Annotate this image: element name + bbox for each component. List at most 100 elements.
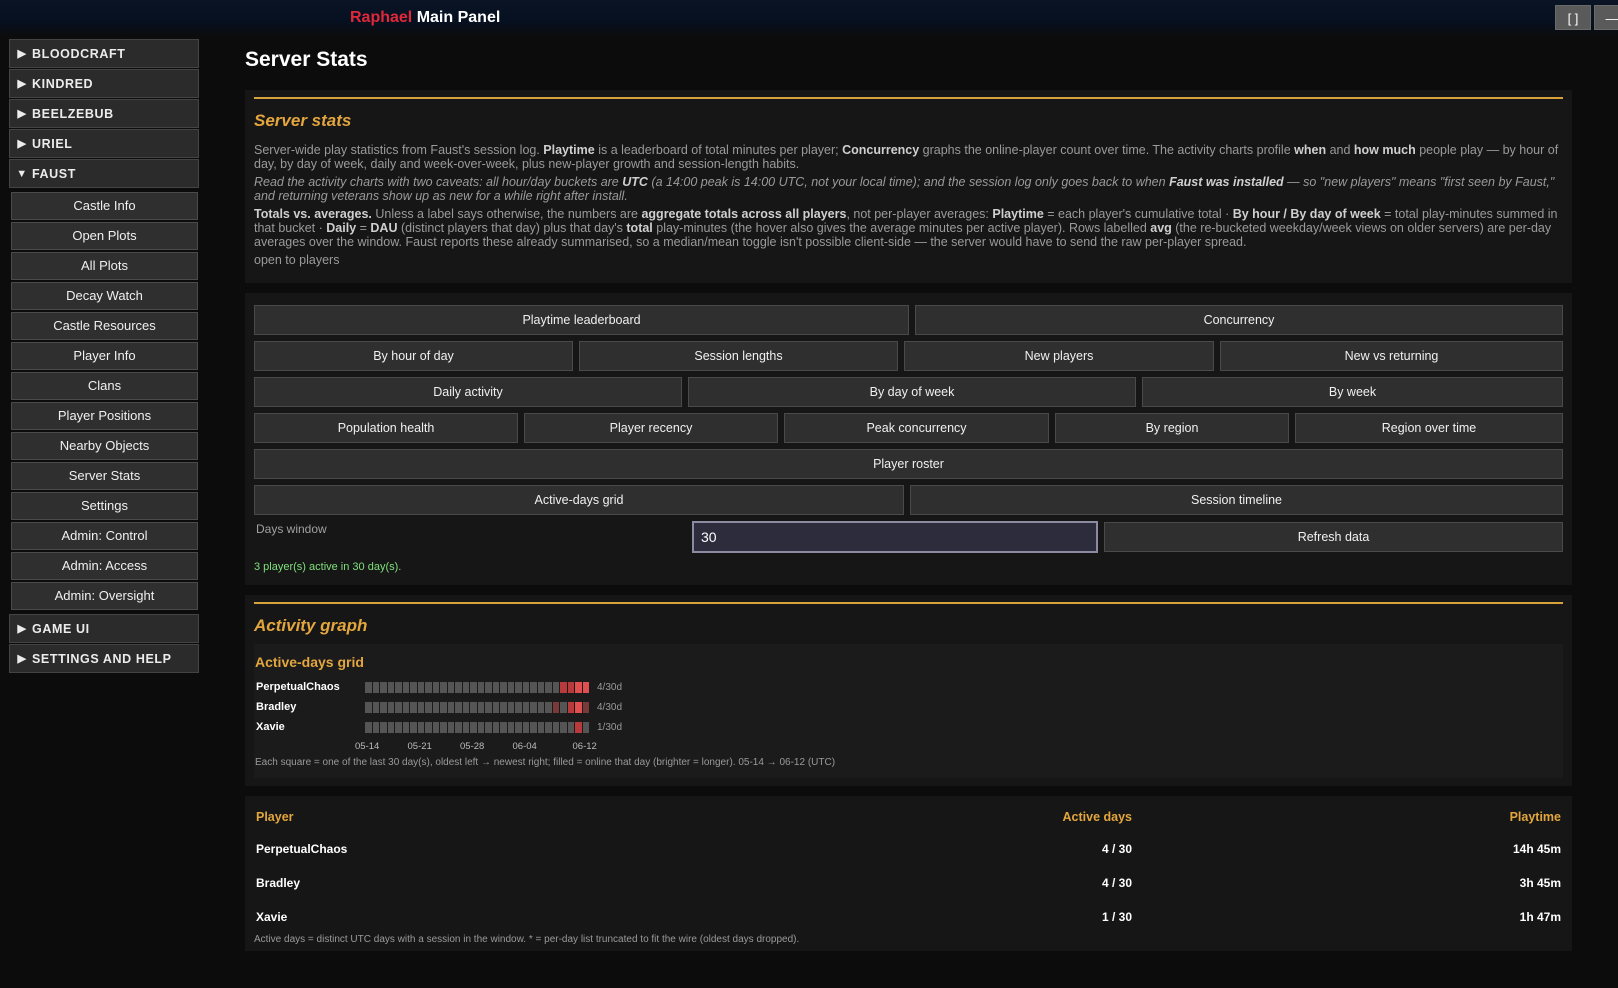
daily-activity-button[interactable]: Daily activity	[254, 377, 682, 407]
grid-day-cell[interactable]	[515, 681, 522, 693]
grid-day-cell[interactable]	[387, 701, 394, 713]
by-day-of-week-button[interactable]: By day of week	[688, 377, 1136, 407]
sidebar-category-bloodcraft[interactable]: ▶ BLOODCRAFT	[9, 39, 199, 68]
minimize-button[interactable]: —	[1594, 5, 1618, 30]
grid-day-cell[interactable]	[545, 681, 552, 693]
grid-day-cell[interactable]	[545, 721, 552, 733]
sidebar-item-player-info[interactable]: Player Info	[11, 342, 198, 370]
sidebar-item-admin-control[interactable]: Admin: Control	[11, 522, 198, 550]
grid-day-cell[interactable]	[380, 681, 387, 693]
grid-day-cell[interactable]	[425, 701, 432, 713]
grid-day-cell[interactable]	[485, 701, 492, 713]
sidebar-item-admin-oversight[interactable]: Admin: Oversight	[11, 582, 198, 610]
session-lengths-button[interactable]: Session lengths	[579, 341, 898, 371]
grid-day-cell[interactable]	[410, 681, 417, 693]
grid-day-cell[interactable]	[417, 681, 424, 693]
grid-day-cell[interactable]	[530, 701, 537, 713]
grid-day-cell[interactable]	[530, 721, 537, 733]
grid-day-cell[interactable]	[417, 701, 424, 713]
grid-day-cell[interactable]	[537, 681, 544, 693]
grid-day-cell[interactable]	[455, 681, 462, 693]
session-timeline-button[interactable]: Session timeline	[910, 485, 1563, 515]
grid-day-cell[interactable]	[515, 721, 522, 733]
grid-day-cell[interactable]	[402, 701, 409, 713]
grid-day-cell[interactable]	[447, 721, 454, 733]
grid-day-cell[interactable]	[402, 721, 409, 733]
grid-day-cell[interactable]	[500, 681, 507, 693]
grid-day-cell[interactable]	[470, 681, 477, 693]
grid-day-cell[interactable]	[507, 721, 514, 733]
column-header-active-days[interactable]: Active days	[874, 810, 1132, 832]
grid-day-cell[interactable]	[440, 701, 447, 713]
column-header-playtime[interactable]: Playtime	[1132, 810, 1563, 832]
sidebar-category-kindred[interactable]: ▶ KINDRED	[9, 69, 199, 98]
sidebar-category-game-ui[interactable]: ▶ GAME UI	[9, 614, 199, 643]
grid-day-cell[interactable]	[582, 721, 589, 733]
grid-day-cell[interactable]	[500, 701, 507, 713]
peak-concurrency-button[interactable]: Peak concurrency	[784, 413, 1049, 443]
sidebar-category-faust[interactable]: ▼ FAUST	[9, 159, 199, 188]
sidebar-item-clans[interactable]: Clans	[11, 372, 198, 400]
grid-day-cell[interactable]	[582, 681, 589, 693]
grid-day-cell[interactable]	[575, 701, 582, 713]
grid-day-cell[interactable]	[372, 701, 379, 713]
grid-day-cell[interactable]	[560, 721, 567, 733]
grid-day-cell[interactable]	[530, 681, 537, 693]
playtime-leaderboard-button[interactable]: Playtime leaderboard	[254, 305, 909, 335]
grid-day-cell[interactable]	[447, 701, 454, 713]
player-recency-button[interactable]: Player recency	[524, 413, 778, 443]
grid-day-cell[interactable]	[567, 721, 574, 733]
grid-day-cell[interactable]	[537, 721, 544, 733]
grid-day-cell[interactable]	[432, 681, 439, 693]
grid-day-cell[interactable]	[500, 721, 507, 733]
grid-day-cell[interactable]	[462, 701, 469, 713]
sidebar-category-beelzebub[interactable]: ▶ BEELZEBUB	[9, 99, 199, 128]
by-region-button[interactable]: By region	[1055, 413, 1289, 443]
sidebar-item-castle-info[interactable]: Castle Info	[11, 192, 198, 220]
grid-day-cell[interactable]	[365, 721, 372, 733]
grid-day-cell[interactable]	[470, 721, 477, 733]
by-week-button[interactable]: By week	[1142, 377, 1563, 407]
new-players-button[interactable]: New players	[904, 341, 1214, 371]
grid-day-cell[interactable]	[372, 721, 379, 733]
grid-day-cell[interactable]	[560, 701, 567, 713]
grid-day-cell[interactable]	[380, 701, 387, 713]
grid-day-cell[interactable]	[552, 701, 559, 713]
grid-day-cell[interactable]	[395, 701, 402, 713]
region-over-time-button[interactable]: Region over time	[1295, 413, 1563, 443]
grid-day-cell[interactable]	[567, 681, 574, 693]
grid-day-cell[interactable]	[485, 681, 492, 693]
sidebar-category-uriel[interactable]: ▶ URIEL	[9, 129, 199, 158]
grid-day-cell[interactable]	[575, 681, 582, 693]
sidebar-item-admin-access[interactable]: Admin: Access	[11, 552, 198, 580]
grid-day-cell[interactable]	[410, 701, 417, 713]
grid-day-cell[interactable]	[447, 681, 454, 693]
sidebar-category-settings-and-help[interactable]: ▶ SETTINGS AND HELP	[9, 644, 199, 673]
grid-day-cell[interactable]	[545, 701, 552, 713]
grid-day-cell[interactable]	[365, 681, 372, 693]
grid-day-cell[interactable]	[477, 681, 484, 693]
grid-day-cell[interactable]	[410, 721, 417, 733]
grid-day-cell[interactable]	[432, 701, 439, 713]
grid-day-cell[interactable]	[462, 721, 469, 733]
grid-day-cell[interactable]	[560, 681, 567, 693]
grid-day-cell[interactable]	[477, 701, 484, 713]
grid-day-cell[interactable]	[522, 701, 529, 713]
grid-day-cell[interactable]	[425, 721, 432, 733]
sidebar-item-decay-watch[interactable]: Decay Watch	[11, 282, 198, 310]
sidebar-item-server-stats[interactable]: Server Stats	[11, 462, 198, 490]
grid-day-cell[interactable]	[485, 721, 492, 733]
grid-day-cell[interactable]	[507, 701, 514, 713]
grid-day-cell[interactable]	[492, 701, 499, 713]
sidebar-item-nearby-objects[interactable]: Nearby Objects	[11, 432, 198, 460]
grid-day-cell[interactable]	[455, 701, 462, 713]
grid-day-cell[interactable]	[380, 721, 387, 733]
grid-day-cell[interactable]	[522, 721, 529, 733]
population-health-button[interactable]: Population health	[254, 413, 518, 443]
refresh-data-button[interactable]: Refresh data	[1104, 522, 1563, 552]
grid-day-cell[interactable]	[365, 701, 372, 713]
grid-day-cell[interactable]	[455, 721, 462, 733]
grid-day-cell[interactable]	[582, 701, 589, 713]
grid-day-cell[interactable]	[470, 701, 477, 713]
grid-day-cell[interactable]	[440, 681, 447, 693]
